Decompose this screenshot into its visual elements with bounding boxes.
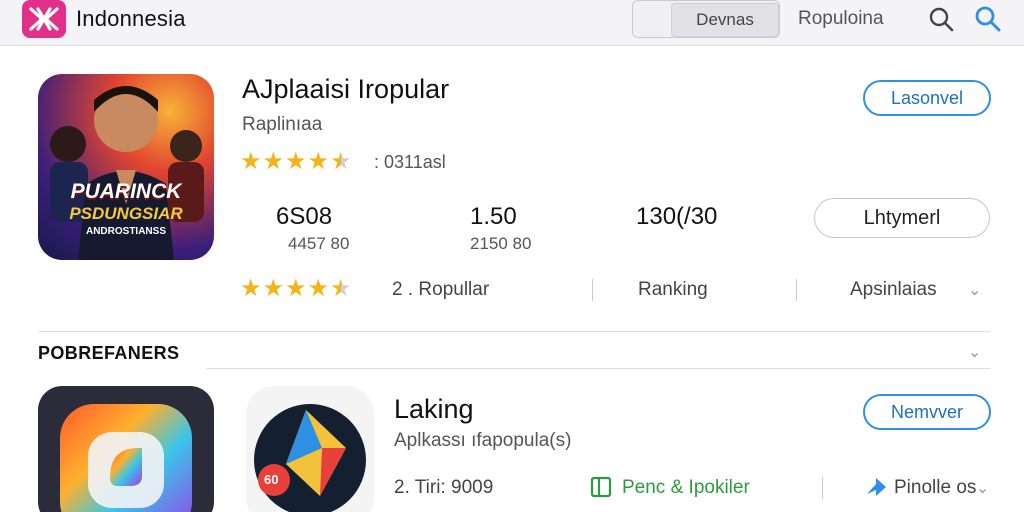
segment-control[interactable]: Devnas [632, 0, 780, 38]
star-icon: ★ [262, 148, 285, 175]
search-icon[interactable] [926, 4, 956, 34]
divider [822, 477, 823, 499]
colorful-app-icon[interactable] [38, 386, 214, 512]
chevron-down-icon[interactable]: ⌄ [968, 280, 981, 300]
app-title: Indonnesia [76, 6, 186, 31]
divider [38, 331, 990, 332]
kite-app-icon[interactable]: 60 [246, 386, 374, 512]
share-arrow-icon[interactable] [864, 476, 888, 503]
featured-app-icon[interactable]: PUARINCK PSDUNGSIAR ANDROSTIANSS [38, 74, 214, 260]
stat-sub-1: 4457 80 [288, 234, 350, 253]
stat-sub-2: 2150 80 [470, 234, 532, 253]
chevron-down-icon[interactable]: ⌄ [976, 478, 989, 498]
logo-x-icon [29, 7, 59, 31]
tile-badge: 60 [264, 472, 279, 487]
meta-apps[interactable]: Apsinlaias [850, 279, 937, 301]
second-app-title[interactable]: Laking [394, 394, 474, 425]
star-icon: ★ [307, 148, 330, 175]
meta-popular: 2 . Ropullar [392, 279, 490, 300]
tile-caption-1: PUARINCK [70, 180, 182, 203]
half-star-icon: ★ [330, 148, 352, 175]
divider [206, 368, 990, 369]
featured-app-title[interactable]: AJplaaisi Iropular [242, 74, 449, 105]
featured-rating-stars-2: ★ ★ ★ ★ ★ [240, 277, 352, 301]
second-app-subtitle: Aplkassı ıfapopula(s) [394, 430, 572, 451]
divider [592, 279, 593, 301]
second-app-link[interactable]: Pinolle os [894, 477, 976, 499]
meta-ranking[interactable]: Ranking [638, 279, 708, 301]
app-logo[interactable] [22, 0, 66, 38]
star-icon: ★ [285, 275, 307, 302]
stat-value-1: 6S08 [276, 203, 333, 230]
star-icon: ★ [307, 275, 330, 302]
stat-value-2: 1.50 [470, 203, 517, 230]
featured-rating-count: : 0311asl [374, 152, 446, 172]
featured-rating-stars: ★ ★ ★ ★ ★ [240, 150, 352, 174]
kite-artwork [254, 404, 366, 512]
book-icon [590, 476, 612, 503]
divider [796, 279, 797, 301]
second-app-time: 2. Tiri: 9009 [394, 477, 494, 498]
second-app-feature[interactable]: Penc & Ipokiler [622, 477, 750, 499]
star-icon: ★ [240, 275, 262, 302]
featured-app-developer: Raplinıaa [242, 114, 323, 135]
install-button[interactable]: Lhtymerl [814, 198, 990, 238]
segment-active-tab[interactable]: Devnas [671, 3, 779, 37]
half-star-icon: ★ [330, 275, 352, 302]
tile-caption-3: ANDROSTIANSS [85, 226, 166, 237]
top-bar: Indonnesia Devnas Ropuloina [0, 0, 1024, 46]
star-icon: ★ [262, 275, 285, 302]
search-blue-icon[interactable] [972, 4, 1002, 34]
featured-top-button[interactable]: Lasonvel [863, 80, 991, 116]
second-app-button[interactable]: Nemvver [863, 394, 991, 430]
section-title: POBREFANERS [38, 343, 180, 363]
gradient-ring-artwork [60, 404, 192, 512]
tile-caption-2: PSDUNGSIAR [69, 204, 183, 223]
star-icon: ★ [285, 148, 307, 175]
star-icon: ★ [240, 148, 262, 175]
chevron-down-icon[interactable]: ⌄ [968, 342, 981, 362]
sort-label[interactable]: Ropuloina [798, 8, 884, 30]
stat-value-3: 130(/30 [636, 203, 718, 230]
